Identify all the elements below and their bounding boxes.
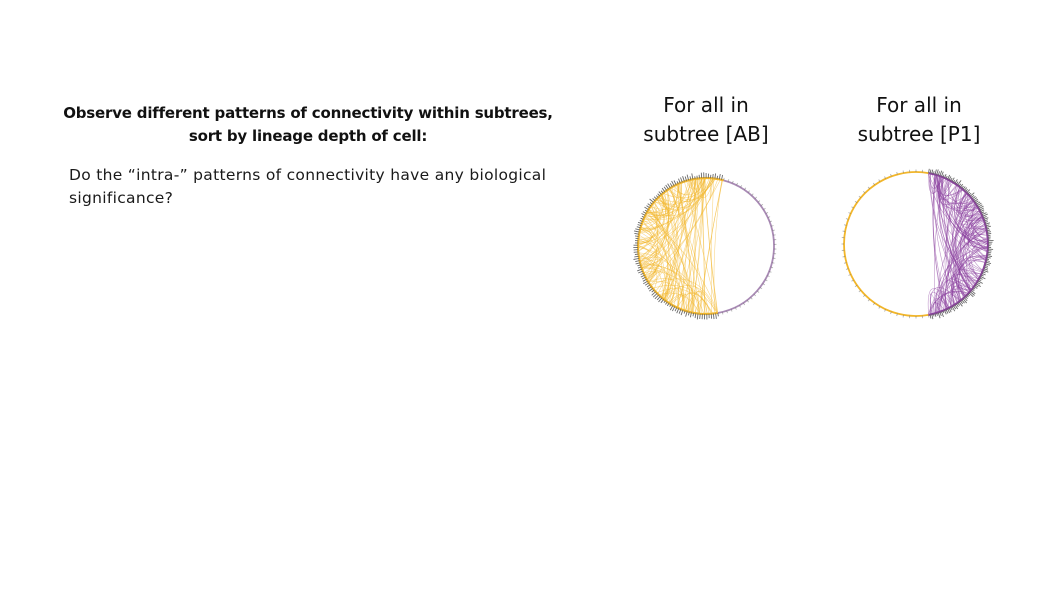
panel-title-p1-line-1: For all in (876, 93, 962, 117)
circular-connectivity-diagram-ab (633, 172, 777, 320)
chord-bundle (638, 178, 723, 314)
panel-title-p1: For all in subtree [P1] (834, 91, 1004, 149)
heading-line-1: Observe different patterns of connectivi… (63, 104, 553, 122)
slide-heading: Observe different patterns of connectivi… (60, 102, 556, 148)
panel-title-ab-line-2: subtree [AB] (643, 122, 769, 146)
panel-title-ab: For all in subtree [AB] (621, 91, 791, 149)
outer-arc-other (717, 179, 775, 314)
chord-bundle (927, 173, 988, 314)
panel-title-p1-line-2: subtree [P1] (857, 122, 981, 146)
heading-line-2: sort by lineage depth of cell: (188, 127, 428, 145)
outer-arc-other (843, 171, 929, 317)
panel-title-ab-line-1: For all in (663, 93, 749, 117)
question-text: Do the “intra-” patterns of connectivity… (69, 166, 547, 207)
circular-connectivity-diagram-p1 (841, 168, 994, 320)
